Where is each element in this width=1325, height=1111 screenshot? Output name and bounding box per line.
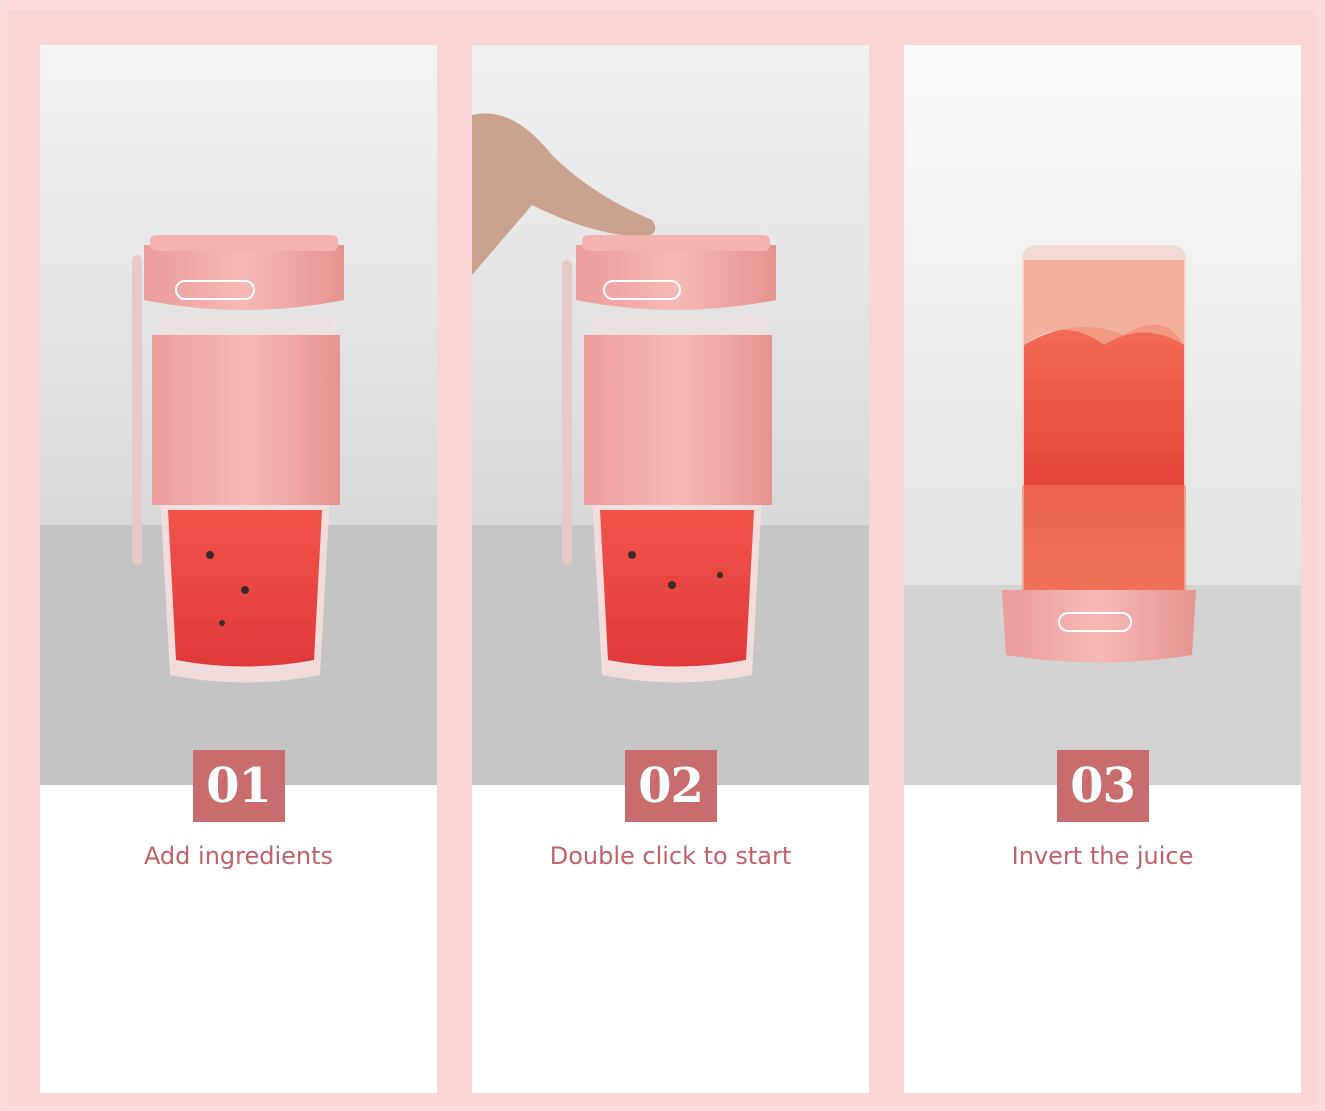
step-caption: Double click to start <box>549 842 792 870</box>
step-number-badge: 02 <box>624 750 717 822</box>
step-number-badge: 03 <box>1056 750 1149 822</box>
step-caption: Add ingredients <box>143 842 334 870</box>
step-panel-2: 02 Double click to start <box>472 45 869 1093</box>
inverted-juice-blender-photo <box>904 45 1301 785</box>
step-panel-1: 01 Add ingredients <box>40 45 437 1093</box>
step-number-badge: 01 <box>192 750 285 822</box>
step-panel-3: 03 Invert the juice <box>904 45 1301 1093</box>
finger-pressing-blender-photo <box>472 45 869 785</box>
step-caption: Invert the juice <box>1011 842 1194 870</box>
blender-with-fruit-photo <box>40 45 437 785</box>
